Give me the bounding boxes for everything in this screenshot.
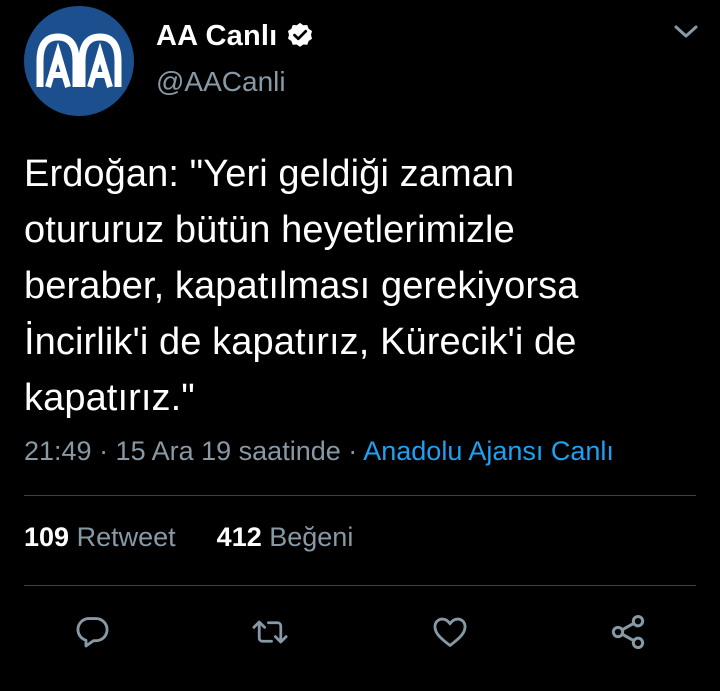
retweet-count: 109 bbox=[24, 522, 70, 552]
share-button[interactable] bbox=[606, 610, 650, 654]
reply-button[interactable] bbox=[70, 610, 114, 654]
retweet-label: Retweet bbox=[76, 522, 176, 552]
divider bbox=[24, 585, 696, 586]
retweet-button[interactable] bbox=[248, 610, 292, 654]
reply-icon bbox=[76, 617, 109, 648]
tweet-meta: 21:49 · 15 Ara 19 saatinde · Anadolu Aja… bbox=[24, 436, 614, 467]
like-button[interactable] bbox=[428, 610, 472, 654]
chevron-down-icon[interactable] bbox=[672, 22, 700, 42]
tweet-text-line: otururuz bütün heyetlerimizle bbox=[24, 209, 515, 251]
source-link[interactable]: Anadolu Ajansı Canlı bbox=[363, 436, 614, 466]
verified-badge-icon bbox=[288, 22, 313, 47]
tweet-text-line: İncirlik'i de kapatırız, Kürecik'i de bbox=[24, 321, 577, 363]
retweet-stat[interactable]: 109 Retweet bbox=[24, 522, 183, 552]
like-label: Beğeni bbox=[269, 522, 354, 552]
aa-logo-icon bbox=[36, 33, 122, 88]
tweet-text: Erdoğan: "Yeri geldiği zaman otururuz bü… bbox=[24, 146, 704, 426]
tweet-card: AA Canlı @AACanli Erdoğan: "Yeri geldiği… bbox=[0, 0, 720, 691]
action-bar bbox=[0, 610, 720, 660]
tweet-text-line: kapatırız." bbox=[24, 377, 195, 419]
divider bbox=[24, 495, 696, 496]
tweet-text-line: Erdoğan: "Yeri geldiği zaman bbox=[24, 153, 515, 195]
avatar[interactable] bbox=[24, 6, 134, 116]
like-count: 412 bbox=[216, 522, 262, 552]
user-handle[interactable]: @AACanli bbox=[156, 66, 286, 98]
name-row: AA Canlı bbox=[156, 16, 315, 56]
tweet-stats: 109 Retweet 412 Beğeni bbox=[24, 522, 353, 553]
like-stat[interactable]: 412 Beğeni bbox=[209, 522, 354, 552]
tweet-text-line: beraber, kapatılması gerekiyorsa bbox=[24, 265, 579, 307]
timestamp: 21:49 · 15 Ara 19 saatinde · bbox=[24, 436, 358, 466]
display-name[interactable]: AA Canlı bbox=[156, 20, 277, 53]
like-icon bbox=[433, 617, 467, 647]
share-icon bbox=[611, 615, 645, 649]
retweet-icon bbox=[252, 620, 288, 644]
